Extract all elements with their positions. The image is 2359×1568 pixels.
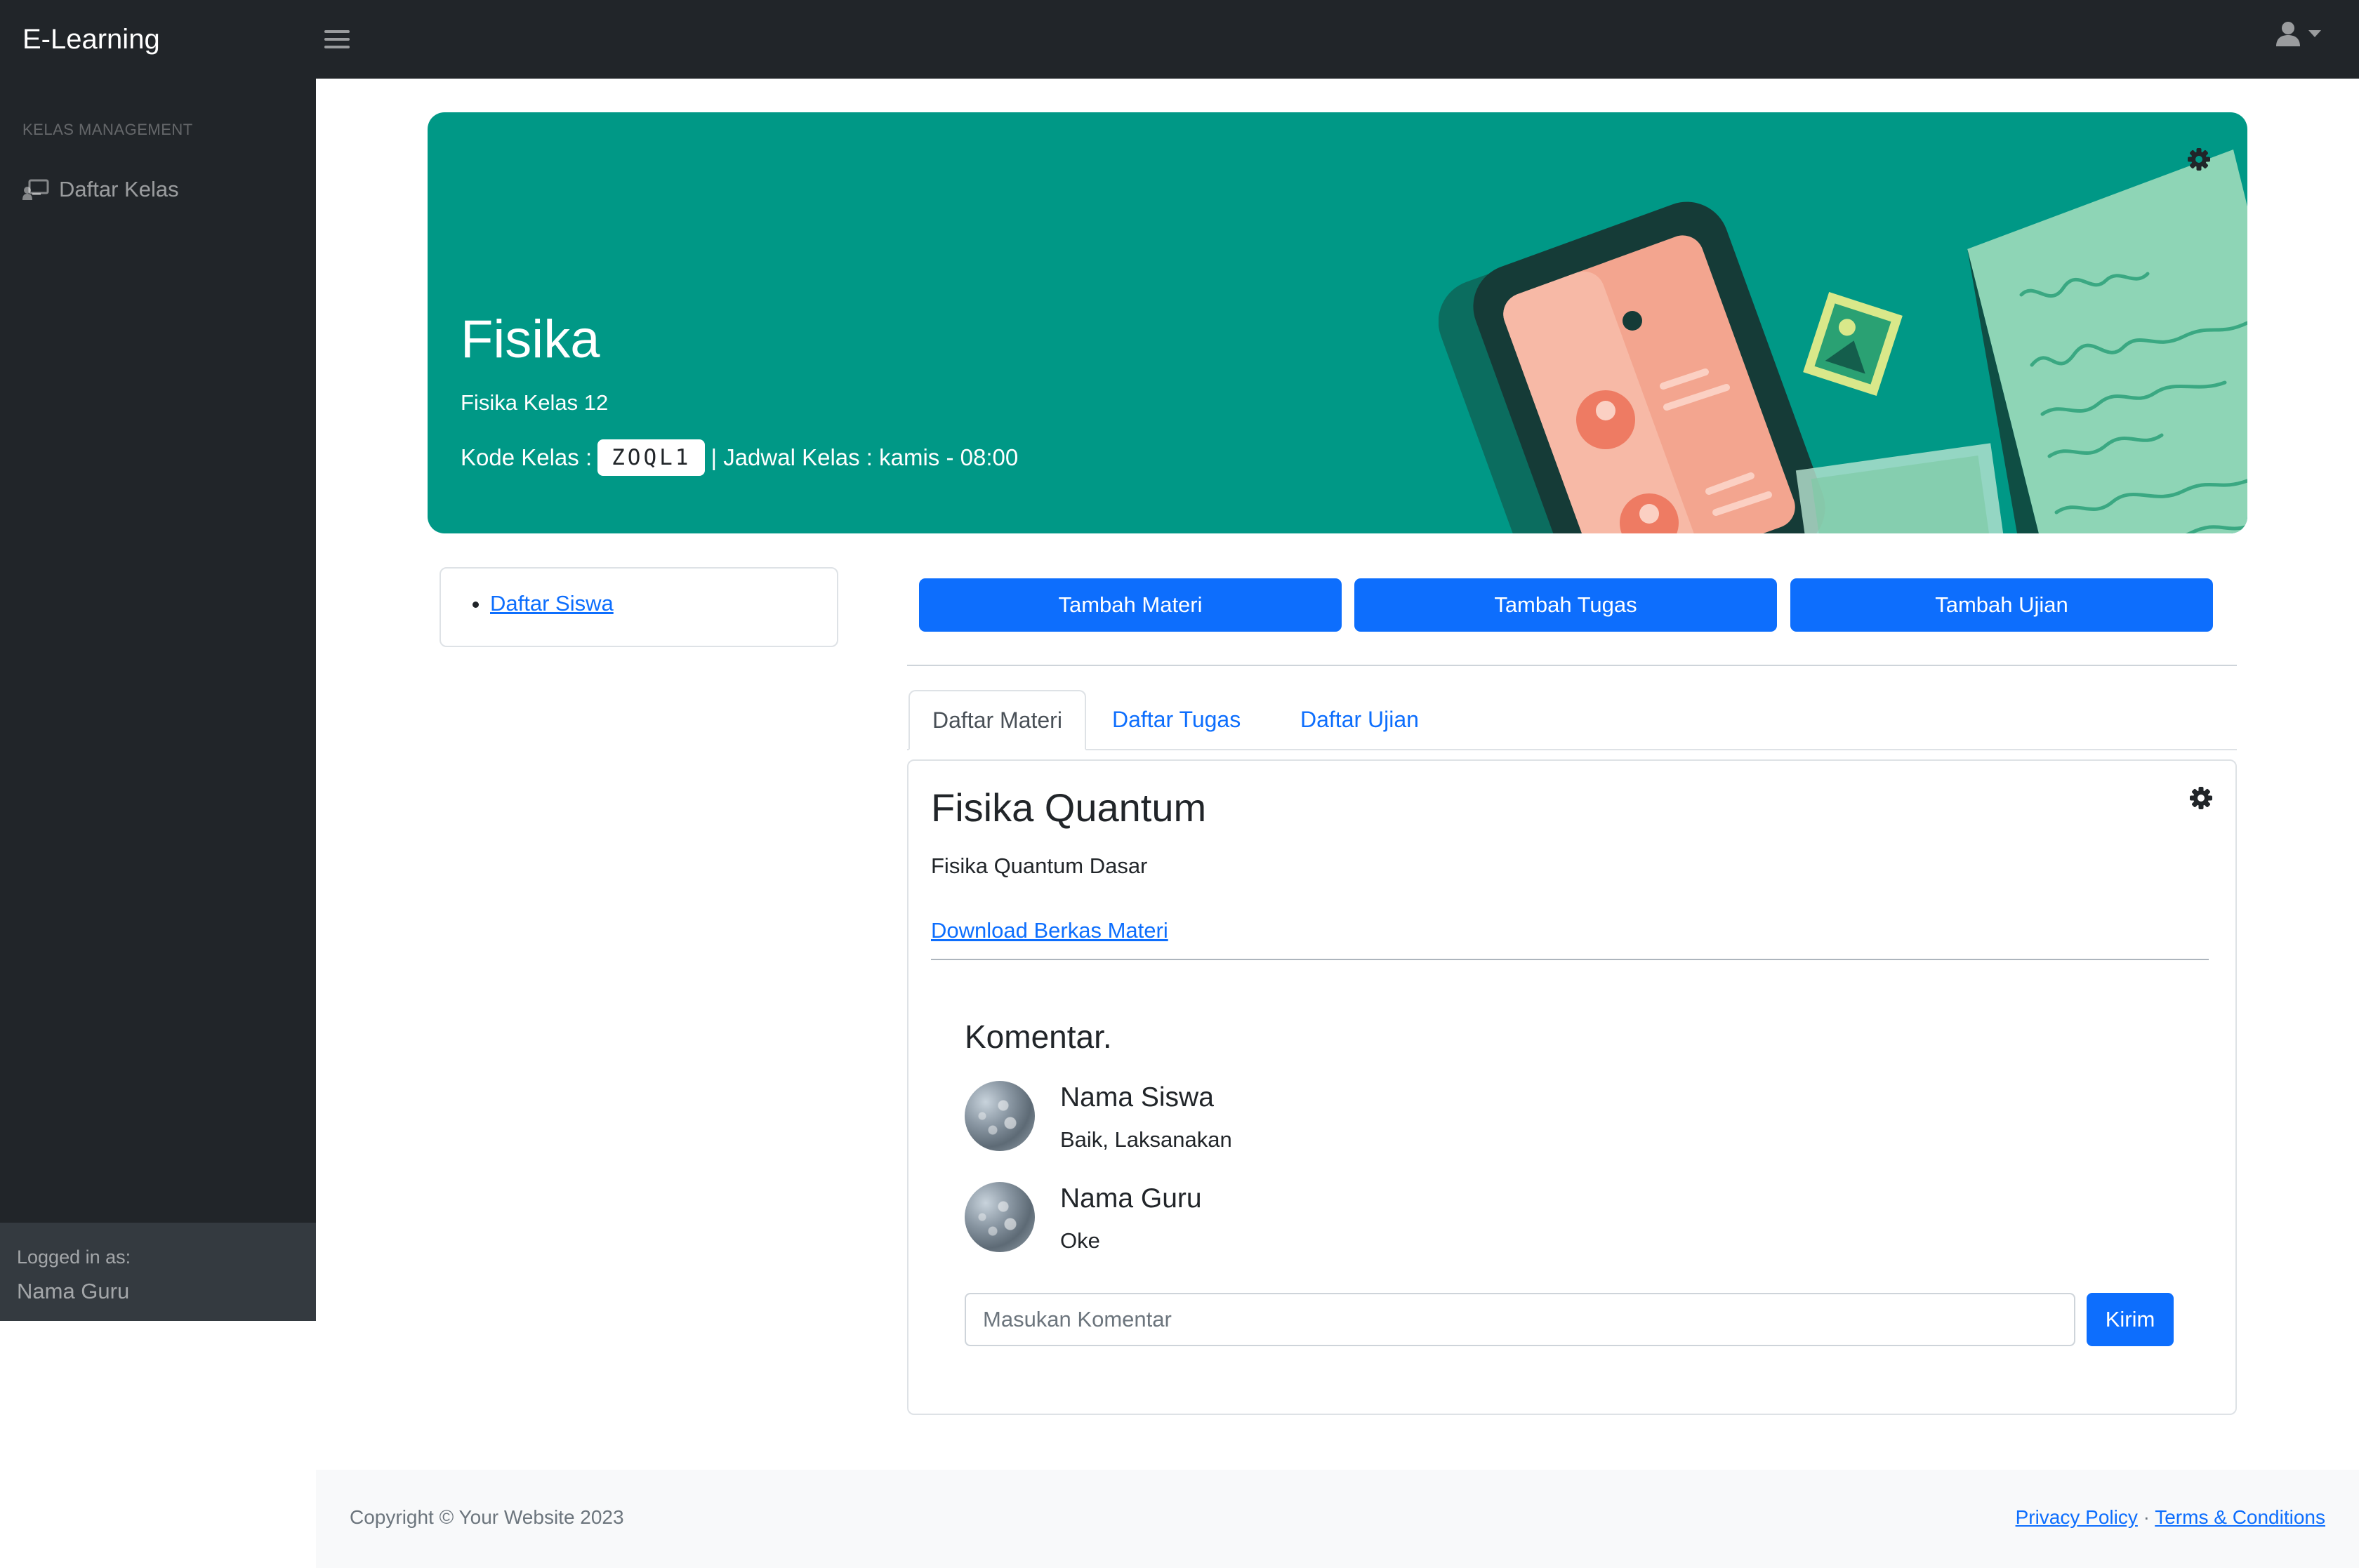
logged-in-name: Nama Guru <box>17 1279 130 1303</box>
list-item: Daftar Siswa <box>490 591 614 616</box>
divider <box>931 959 2209 960</box>
comment-item: Nama Siswa Baik, Laksanakan <box>965 1081 1232 1152</box>
avatar <box>965 1081 1035 1151</box>
copyright-text: Copyright © Your Website 2023 <box>350 1506 624 1528</box>
sidebar: KELAS MANAGEMENT Daftar Kelas Logged in … <box>0 79 316 1321</box>
daftar-siswa-link[interactable]: Daftar Siswa <box>490 591 614 616</box>
banner-illustration <box>1439 150 2247 533</box>
student-list-card: Daftar Siswa <box>440 567 838 647</box>
sidebar-footer: Logged in as: Nama Guru <box>0 1223 316 1321</box>
sidebar-heading: KELAS MANAGEMENT <box>22 121 193 138</box>
chevron-down-icon <box>2308 30 2321 37</box>
comment-item: Nama Guru Oke <box>965 1182 1202 1254</box>
footer-separator: · <box>2143 1506 2150 1528</box>
divider <box>907 665 2237 666</box>
tab-daftar-materi[interactable]: Daftar Materi <box>908 690 1086 750</box>
add-material-button[interactable]: Tambah Materi <box>919 578 1342 632</box>
brand-logo[interactable]: E-Learning <box>22 20 160 59</box>
comment-author: Nama Siswa <box>1060 1082 1214 1112</box>
privacy-policy-link[interactable]: Privacy Policy <box>2016 1506 2138 1528</box>
tab-daftar-tugas[interactable]: Daftar Tugas <box>1090 690 1263 749</box>
student-list-links: Daftar Siswa <box>441 591 614 616</box>
user-icon <box>2276 22 2300 46</box>
content-tabs: Daftar Materi Daftar Tugas Daftar Ujian <box>907 690 2237 750</box>
sidebar-item-daftar-kelas[interactable]: Daftar Kelas <box>22 177 179 202</box>
terms-link[interactable]: Terms & Conditions <box>2155 1506 2325 1528</box>
tab-daftar-ujian[interactable]: Daftar Ujian <box>1278 690 1441 749</box>
page-footer: Copyright © Your Website 2023 Privacy Po… <box>316 1470 2359 1568</box>
comment-input[interactable] <box>965 1293 2075 1346</box>
user-menu-button[interactable] <box>2276 21 2321 46</box>
add-assignment-button[interactable]: Tambah Tugas <box>1354 578 1777 632</box>
material-settings-gear-icon[interactable] <box>2189 786 2213 813</box>
chalkboard-teacher-icon <box>22 179 49 200</box>
top-navbar: E-Learning <box>0 0 2359 79</box>
banner-settings-gear-icon[interactable] <box>2187 147 2211 175</box>
class-meta: Kode Kelas : ZOQL1 | Jadwal Kelas : kami… <box>461 439 1018 476</box>
comment-text: Baik, Laksanakan <box>1060 1127 1232 1152</box>
material-card: Fisika Quantum Fisika Quantum Dasar Down… <box>907 759 2237 1415</box>
comment-form: Kirim <box>965 1293 2174 1346</box>
material-title: Fisika Quantum <box>931 785 1207 830</box>
send-comment-button[interactable]: Kirim <box>2087 1293 2174 1346</box>
class-code-badge: ZOQL1 <box>597 439 706 476</box>
class-title: Fisika <box>461 310 600 369</box>
sidebar-item-label: Daftar Kelas <box>59 177 179 201</box>
sidebar-toggle-icon[interactable] <box>324 24 350 55</box>
logged-in-label: Logged in as: <box>17 1247 131 1268</box>
material-description: Fisika Quantum Dasar <box>931 853 1148 878</box>
class-subtitle: Fisika Kelas 12 <box>461 390 609 415</box>
download-material-link[interactable]: Download Berkas Materi <box>931 918 1168 943</box>
comments-heading: Komentar. <box>965 1018 1112 1055</box>
footer-links: Privacy Policy · Terms & Conditions <box>2016 1506 2325 1529</box>
comment-text: Oke <box>1060 1228 1100 1253</box>
class-banner: Fisika Fisika Kelas 12 Kode Kelas : ZOQL… <box>428 112 2247 533</box>
class-schedule: | Jadwal Kelas : kamis - 08:00 <box>711 444 1019 470</box>
class-code-label: Kode Kelas : <box>461 444 593 470</box>
avatar <box>965 1182 1035 1252</box>
add-exam-button[interactable]: Tambah Ujian <box>1790 578 2213 632</box>
comment-author: Nama Guru <box>1060 1183 1202 1214</box>
